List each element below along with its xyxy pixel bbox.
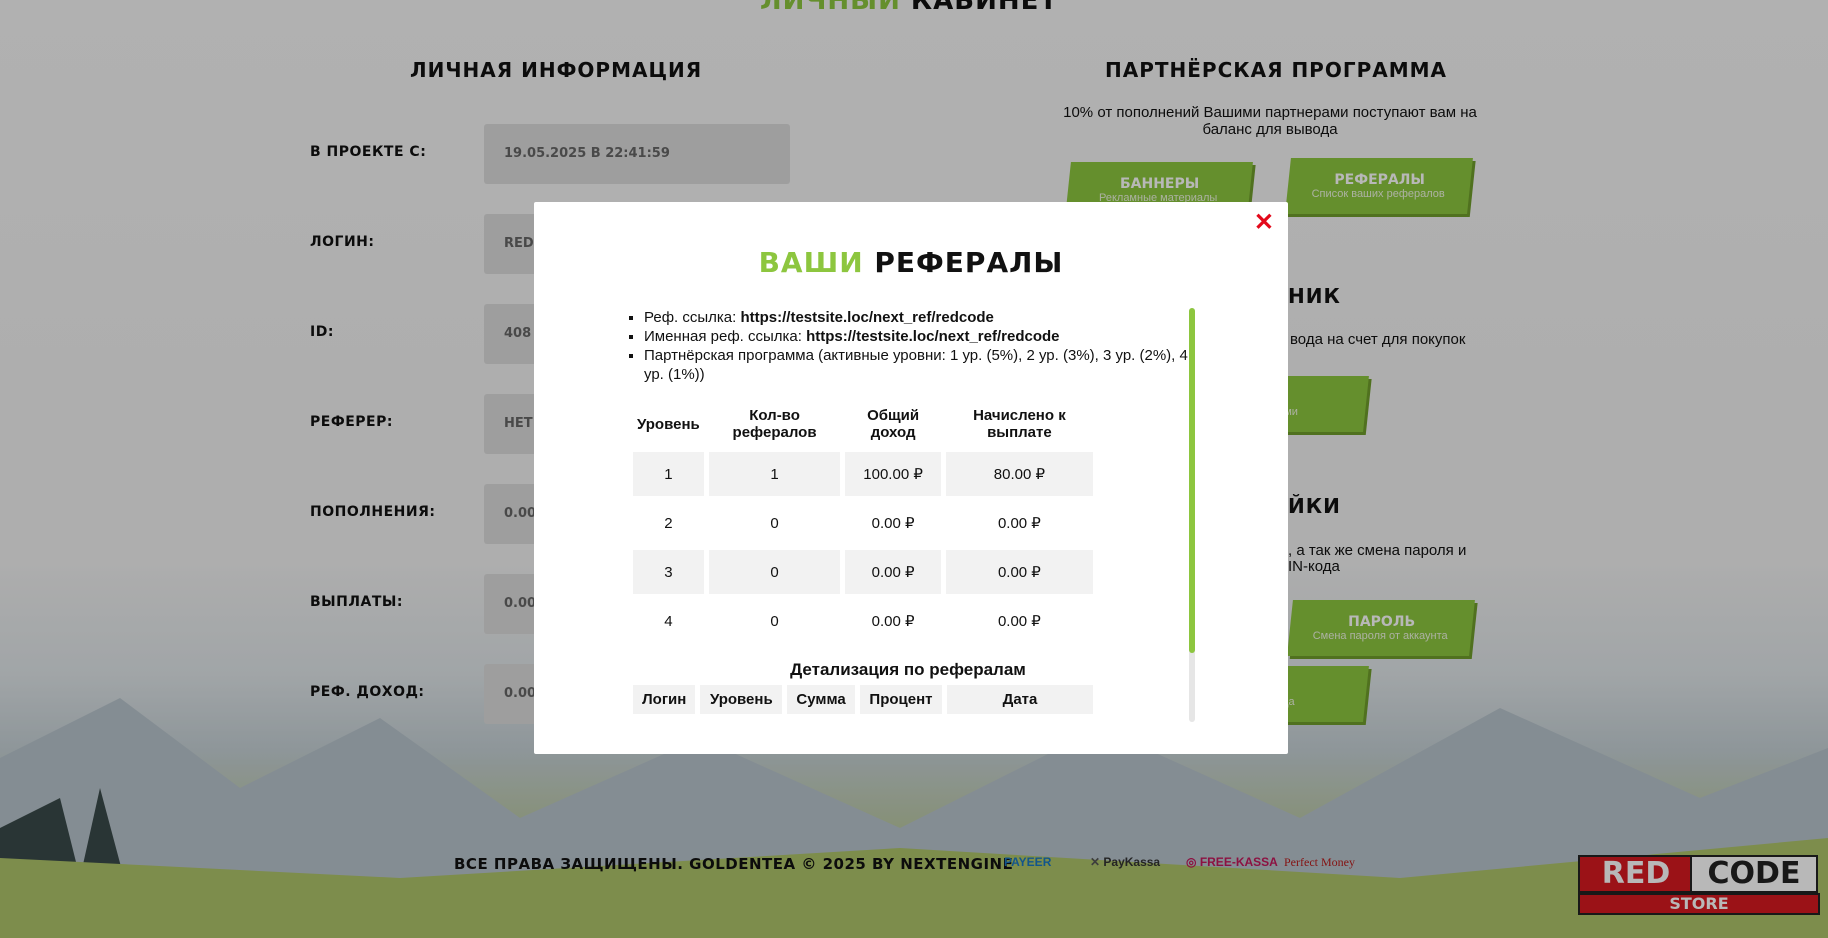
detail-header-date: Дата	[947, 685, 1093, 714]
named-link-item: Именная реф. ссылка: https://testsite.lo…	[644, 327, 1188, 346]
table-cell: 0.00 ₽	[871, 613, 915, 630]
table-cell: 1	[633, 452, 704, 496]
detail-table: Логин Уровень Сумма Процент Дата	[628, 680, 1098, 719]
program-levels-item: Партнёрская программа (активные уровни: …	[644, 346, 1188, 384]
table-cell: 0	[770, 514, 779, 532]
table-cell: 100.00 ₽	[845, 452, 941, 496]
table-cell: 1	[708, 452, 841, 496]
levels-table: Уровень Кол-во рефералов Общий доход Нач…	[628, 396, 1098, 648]
detail-header-level: Уровень	[700, 685, 783, 714]
modal-title: ВАШИ РЕФЕРАЛЫ	[534, 246, 1288, 279]
detail-header-percent: Процент	[859, 685, 942, 714]
levels-header-level: Уровень	[637, 415, 700, 433]
levels-header-payout: Начислено к выплате	[973, 407, 1066, 441]
table-cell: 0.00 ₽	[997, 515, 1041, 532]
named-link-label: Именная реф. ссылка:	[644, 328, 807, 345]
table-cell: 80.00 ₽	[945, 452, 1093, 496]
named-ref-link[interactable]: https://testsite.loc/next_ref/redcode	[806, 328, 1059, 345]
table-cell: 0.00 ₽	[945, 550, 1093, 594]
table-row: 1 1 100.00 ₽80.00 ₽	[633, 452, 1093, 496]
table-row: 4 0 0.00 ₽ 0.00 ₽	[633, 599, 1093, 643]
table-cell: 0	[770, 612, 779, 630]
detail-header-sum: Сумма	[787, 685, 855, 714]
table-row: 3 0 0.00 ₽0.00 ₽	[633, 550, 1093, 594]
modal-scrollbar[interactable]	[1189, 308, 1195, 722]
table-cell: 0	[708, 550, 841, 594]
table-cell: 2	[664, 514, 673, 532]
modal-title-dark: РЕФЕРАЛЫ	[874, 246, 1064, 279]
close-icon[interactable]: ✕	[1254, 208, 1274, 237]
levels-header-income: Общий доход	[867, 407, 920, 441]
ref-link[interactable]: https://testsite.loc/next_ref/redcode	[740, 309, 993, 326]
table-cell: 0.00 ₽	[845, 550, 941, 594]
table-row: 2 0 0.00 ₽ 0.00 ₽	[633, 501, 1093, 545]
modal-scrollbar-thumb[interactable]	[1189, 308, 1195, 653]
ref-link-item: Реф. ссылка: https://testsite.loc/next_r…	[644, 308, 1188, 327]
table-cell: 0.00 ₽	[871, 515, 915, 532]
table-cell: 0.00 ₽	[997, 613, 1041, 630]
detail-header-login: Логин	[633, 685, 696, 714]
modal-scroll-area[interactable]: Реф. ссылка: https://testsite.loc/next_r…	[628, 308, 1188, 722]
modal-title-green: ВАШИ	[758, 246, 864, 279]
table-cell: 3	[633, 550, 704, 594]
table-cell: 4	[664, 612, 673, 630]
ref-link-label: Реф. ссылка:	[644, 309, 741, 326]
levels-header-count: Кол-во рефералов	[732, 407, 817, 441]
referral-info-list: Реф. ссылка: https://testsite.loc/next_r…	[628, 308, 1188, 384]
detail-title: Детализация по рефералам	[790, 660, 1026, 679]
referrals-modal: ✕ ВАШИ РЕФЕРАЛЫ Реф. ссылка: https://tes…	[534, 202, 1288, 754]
